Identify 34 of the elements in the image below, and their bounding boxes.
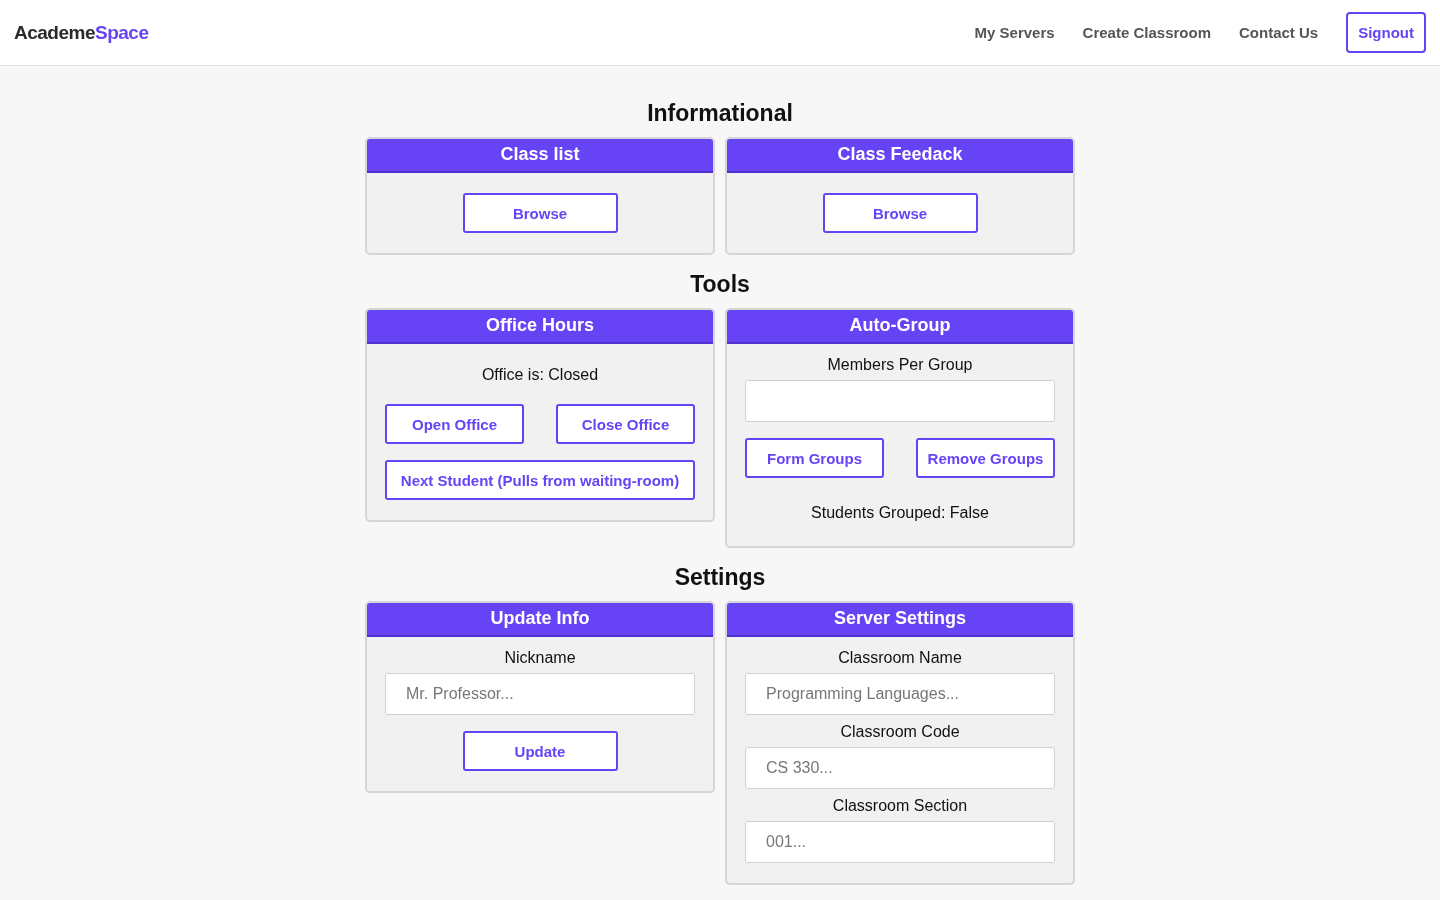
field-label: Classroom Name — [838, 649, 962, 667]
field-label: Classroom Section — [832, 797, 968, 815]
card-header: Auto-Group — [727, 310, 1073, 344]
nav-link[interactable]: My Servers — [974, 24, 1055, 41]
input-field[interactable]: CS 330... — [745, 747, 1055, 789]
action-button[interactable]: Close Office — [556, 404, 695, 444]
status-text: Students Grouped: False — [811, 504, 989, 522]
card-header: Server Settings — [727, 603, 1073, 637]
field-label: Classroom Code — [840, 723, 960, 741]
card-header: Class list — [367, 139, 713, 173]
card-header: Office Hours — [367, 310, 713, 344]
section-title: Settings — [673, 563, 767, 592]
brand-logo[interactable]: AcademeSpace — [14, 21, 149, 44]
browse-button[interactable]: Update — [462, 731, 618, 771]
field-label: Members Per Group — [827, 356, 973, 374]
action-button[interactable]: Open Office — [385, 404, 524, 444]
input-field[interactable] — [745, 380, 1055, 422]
input-field[interactable]: Mr. Professor... — [385, 673, 695, 715]
card-header: Class Feedack — [727, 139, 1073, 173]
nav-link[interactable]: Contact Us — [1239, 24, 1319, 41]
card-header: Update Info — [367, 603, 713, 637]
input-field[interactable]: 001... — [745, 821, 1055, 863]
field-label: Nickname — [504, 649, 576, 667]
next-student-button[interactable]: Next Student (Pulls from waiting-room) — [385, 460, 695, 500]
input-field[interactable]: Programming Languages... — [745, 673, 1055, 715]
browse-button[interactable]: Browse — [822, 193, 978, 233]
nav-link[interactable]: Create Classroom — [1082, 24, 1211, 41]
section-title: Informational — [646, 99, 794, 128]
action-button[interactable]: Remove Groups — [916, 438, 1055, 478]
action-button[interactable]: Form Groups — [745, 438, 884, 478]
section-title: Tools — [689, 270, 751, 299]
status-text: Office is: Closed — [481, 366, 599, 384]
browse-button[interactable]: Browse — [462, 193, 618, 233]
signout-button[interactable]: Signout — [1346, 12, 1426, 53]
